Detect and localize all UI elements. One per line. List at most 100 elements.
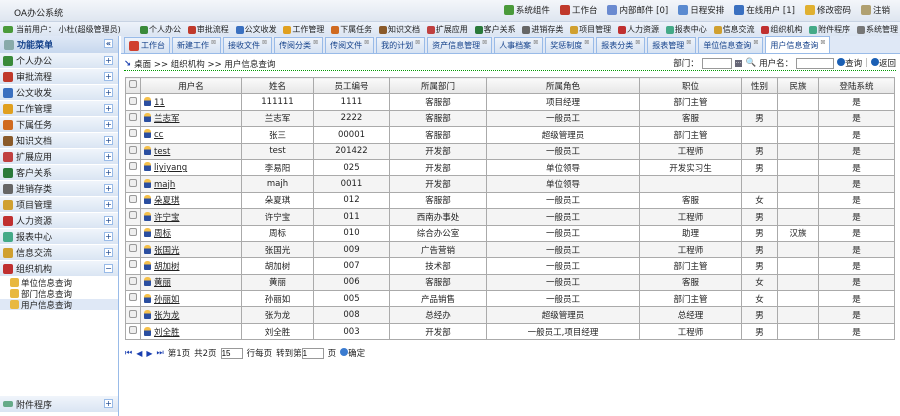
select-all-checkbox[interactable]	[125, 76, 141, 95]
table-row[interactable]: 周标 周标 010 综合办公室 一般员工 助理男汉族是	[125, 224, 895, 242]
expand-icon[interactable]: +	[104, 216, 113, 225]
sidebar-item-attachments[interactable]: 附件程序 +	[0, 396, 118, 412]
tab-11[interactable]: 单位信息查询 ⊠	[698, 37, 764, 53]
toolbar-item-10[interactable]: 人力资源	[617, 24, 659, 35]
sidebar-item-12[interactable]: 信息交流 +	[0, 245, 118, 261]
query-button[interactable]: 查询	[837, 57, 862, 69]
column-header[interactable]: 员工编号	[313, 76, 390, 95]
prev-page-button[interactable]: ◀	[136, 349, 142, 358]
column-header[interactable]: 民族	[777, 76, 819, 95]
column-header[interactable]: 所属角色	[486, 76, 640, 95]
table-row[interactable]: cc 张三 00001 客服部 超级管理员 部门主管 是	[125, 126, 895, 144]
username-link[interactable]: majh	[154, 180, 175, 190]
rows-per-page-input[interactable]	[220, 347, 243, 359]
tab-10[interactable]: 报表管理 ⊠	[647, 37, 697, 53]
toolbar-item-9[interactable]: 项目管理	[570, 24, 611, 35]
top-link-4[interactable]: 在线用户 [1]	[734, 4, 795, 16]
row-checkbox[interactable]	[125, 142, 141, 160]
sidebar-item-0[interactable]: 个人办公 +	[0, 53, 118, 69]
close-tab-icon[interactable]: ⊠	[364, 39, 369, 46]
toolbar-item-4[interactable]: 下属任务	[331, 24, 372, 35]
table-row[interactable]: majh majh 0011 开发部 单位领导是	[125, 175, 895, 193]
sidebar-item-13[interactable]: 组织机构 −	[0, 261, 118, 277]
username-input[interactable]	[796, 57, 835, 69]
expand-icon[interactable]: +	[104, 200, 113, 209]
tab-7[interactable]: 人事档案 ⊠	[494, 37, 544, 53]
toolbar-item-8[interactable]: 进销存类	[522, 24, 563, 35]
toolbar-item-2[interactable]: 公文收发	[235, 24, 277, 35]
tab-5[interactable]: 我的计划 ⊠	[376, 37, 426, 53]
sidebar-item-5[interactable]: 知识文档 +	[0, 133, 118, 149]
close-tab-icon[interactable]: ⊠	[533, 39, 538, 46]
last-page-button[interactable]: ⏭	[157, 348, 164, 358]
row-checkbox[interactable]	[125, 191, 141, 210]
sidebar-subitem-1[interactable]: 部门信息查询	[0, 288, 118, 300]
sidebar-item-8[interactable]: 进销存类 +	[0, 181, 118, 197]
column-header[interactable]: 用户名	[140, 76, 242, 95]
tab-4[interactable]: 传阅文件 ⊠	[325, 37, 375, 53]
sidebar-subitem-2[interactable]: 用户信息查询	[0, 299, 118, 311]
username-link[interactable]: 胡加树	[154, 262, 180, 272]
row-checkbox[interactable]	[125, 175, 141, 193]
toolbar-item-0[interactable]: 个人办公	[140, 24, 181, 35]
table-row[interactable]: 孙丽如 孙丽如 005 产品销售 一般员工 部门主管女是	[125, 290, 895, 308]
row-checkbox[interactable]	[125, 224, 141, 242]
sidebar-item-3[interactable]: 工作管理 +	[0, 101, 118, 117]
table-row[interactable]: 许宁宝 许宁宝 011 西南办事处 一般员工 工程师男是	[125, 208, 895, 226]
table-row[interactable]: 黄丽 黄丽 006 客服部 一般员工 客服女是	[125, 273, 895, 292]
sidebar-item-9[interactable]: 项目管理 +	[0, 197, 118, 213]
row-checkbox[interactable]	[125, 126, 141, 144]
collapse-sidebar-button[interactable]: «	[104, 39, 113, 48]
table-row[interactable]: 张为龙 张为龙 008 总经办 超级管理员 总经理男是	[125, 306, 895, 324]
tab-6[interactable]: 资产信息管理 ⊠	[427, 37, 493, 53]
toolbar-item-5[interactable]: 知识文档	[378, 24, 420, 35]
top-link-3[interactable]: 日程安排	[678, 4, 724, 16]
toolbar-item-3[interactable]: 工作管理	[283, 24, 324, 35]
table-row[interactable]: test test 201422 开发部 一般员工 工程师男是	[125, 142, 895, 160]
goto-page-input[interactable]	[301, 347, 324, 359]
username-link[interactable]: 孙丽如	[154, 295, 180, 305]
expand-icon[interactable]: +	[104, 399, 113, 408]
row-checkbox[interactable]	[125, 158, 141, 177]
close-tab-icon[interactable]: ⊠	[482, 39, 487, 46]
close-tab-icon[interactable]: ⊠	[313, 39, 318, 46]
toolbar-item-6[interactable]: 扩展应用	[426, 24, 468, 35]
back-button[interactable]: 返回	[870, 57, 896, 69]
username-link[interactable]: 许宁宝	[154, 213, 180, 223]
tab-1[interactable]: 新建工作 ⊠	[172, 37, 222, 53]
expand-icon[interactable]: +	[104, 56, 113, 65]
column-header[interactable]: 所属部门	[389, 76, 487, 95]
sidebar-item-7[interactable]: 客户关系 +	[0, 165, 118, 181]
table-row[interactable]: 胡加树 胡加树 007 技术部 一般员工 部门主管男是	[125, 257, 895, 275]
dept-input[interactable]	[701, 57, 732, 69]
username-link[interactable]: test	[154, 147, 170, 157]
column-header[interactable]: 性别	[741, 76, 778, 95]
table-row[interactable]: 兰志军 兰志军 2222 客服部 一般员工 客服男是	[125, 109, 895, 128]
toolbar-item-14[interactable]: 附件程序	[809, 24, 850, 35]
table-row[interactable]: 朵夏琪 朵夏琪 012 客服部 一般员工 客服女是	[125, 191, 895, 210]
expand-icon[interactable]: +	[104, 248, 113, 257]
toolbar-item-1[interactable]: 审批流程	[187, 24, 229, 35]
expand-icon[interactable]: +	[104, 168, 113, 177]
collapse-icon[interactable]: −	[104, 264, 113, 273]
dept-picker-button[interactable]: ···	[734, 59, 743, 67]
table-row[interactable]: 刘全胜 刘全胜 003 开发部 一般员工,项目经理 工程师男是	[125, 322, 895, 341]
table-row[interactable]: 11 111111 1111 客服部 项目经理 部门主管是	[125, 93, 895, 111]
sidebar-item-10[interactable]: 人力资源 +	[0, 213, 118, 229]
sidebar-item-1[interactable]: 审批流程 +	[0, 69, 118, 85]
username-link[interactable]: 张为龙	[154, 311, 180, 321]
expand-icon[interactable]: +	[104, 88, 113, 97]
expand-icon[interactable]: +	[104, 184, 113, 193]
confirm-button[interactable]: 确定	[340, 347, 365, 359]
close-tab-icon[interactable]: ⊠	[584, 39, 589, 46]
tab-8[interactable]: 奖惩制度 ⊠	[545, 37, 595, 53]
top-link-0[interactable]: 系统组件	[503, 4, 550, 16]
row-checkbox[interactable]	[125, 273, 141, 292]
username-link[interactable]: liyiyang	[154, 163, 187, 173]
sidebar-item-2[interactable]: 公文收发 +	[0, 85, 118, 101]
row-checkbox[interactable]	[125, 93, 141, 111]
row-checkbox[interactable]	[125, 322, 141, 341]
column-header[interactable]: 姓名	[241, 76, 314, 95]
row-checkbox[interactable]	[125, 208, 141, 226]
top-link-5[interactable]: 修改密码	[804, 4, 851, 16]
